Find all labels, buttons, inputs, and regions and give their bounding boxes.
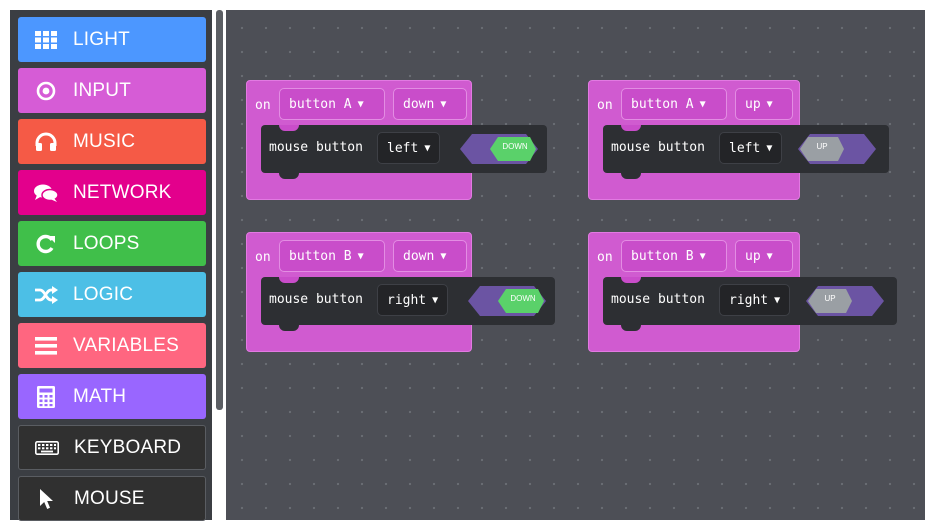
keyboard-icon <box>34 435 60 461</box>
list-icon <box>33 333 59 359</box>
state-toggle-label: UP <box>824 294 836 303</box>
category-light[interactable]: LIGHT <box>18 17 206 62</box>
button-dropdown[interactable]: button A ▼ <box>621 88 727 120</box>
which-button-value: right <box>729 292 769 308</box>
cursor-icon <box>34 486 60 512</box>
which-button-dropdown[interactable]: left ▼ <box>719 132 783 164</box>
dropdown-arrow-icon: ▼ <box>774 294 781 306</box>
dropdown-arrow-icon: ▼ <box>357 98 364 110</box>
button-dropdown[interactable]: button B ▼ <box>279 240 385 272</box>
state-toggle-label: DOWN <box>510 294 536 303</box>
calculator-icon <box>33 384 59 410</box>
event-dropdown[interactable]: up ▼ <box>735 88 793 120</box>
event-block-button-b-up[interactable]: on button B ▼ up ▼ mouse button right ▼ … <box>588 232 897 352</box>
button-dropdown-value: button B <box>289 248 352 264</box>
statement-label: mouse button <box>269 292 363 307</box>
dropdown-arrow-icon: ▼ <box>357 250 364 262</box>
dropdown-arrow-icon: ▼ <box>432 294 439 306</box>
mouse-button-block[interactable]: mouse button right ▼ DOWN <box>261 277 555 331</box>
category-mouse[interactable]: MOUSE <box>18 476 206 521</box>
statement-label: mouse button <box>611 140 705 155</box>
button-dropdown[interactable]: button B ▼ <box>621 240 727 272</box>
headphones-icon <box>33 129 59 155</box>
category-variables[interactable]: VARIABLES <box>18 323 206 368</box>
shuffle-icon <box>33 282 59 308</box>
button-dropdown-value: button B <box>631 248 694 264</box>
toolbox-scrollbar[interactable] <box>216 10 223 410</box>
which-button-dropdown[interactable]: left ▼ <box>377 132 441 164</box>
event-dropdown[interactable]: up ▼ <box>735 240 793 272</box>
button-dropdown[interactable]: button A ▼ <box>279 88 385 120</box>
workspace[interactable]: on button A ▼ down ▼ mouse button left ▼… <box>226 10 925 520</box>
category-label: LIGHT <box>73 28 130 50</box>
target-icon <box>33 78 59 104</box>
on-label: on <box>597 250 613 265</box>
category-label: INPUT <box>73 79 131 101</box>
event-block-button-a-up[interactable]: on button A ▼ up ▼ mouse button left ▼ U… <box>588 80 889 200</box>
statement-label: mouse button <box>611 292 705 307</box>
category-logic[interactable]: LOGIC <box>18 272 206 317</box>
button-dropdown-value: button A <box>631 96 694 112</box>
mouse-button-block[interactable]: mouse button left ▼ DOWN <box>261 125 547 179</box>
category-label: NETWORK <box>73 181 172 203</box>
category-loops[interactable]: LOOPS <box>18 221 206 266</box>
which-button-dropdown[interactable]: right ▼ <box>719 284 791 316</box>
on-label: on <box>255 250 271 265</box>
category-label: MOUSE <box>74 487 145 509</box>
toolbox: LIGHT INPUT MUSIC NETWORK LOOPS LOGIC VA… <box>10 10 212 521</box>
dropdown-arrow-icon: ▼ <box>440 98 447 110</box>
dropdown-arrow-icon: ▼ <box>440 250 447 262</box>
on-label: on <box>255 98 271 113</box>
dropdown-arrow-icon: ▼ <box>699 250 706 262</box>
state-toggle-label: DOWN <box>502 142 528 151</box>
category-label: MUSIC <box>73 130 136 152</box>
category-label: KEYBOARD <box>74 436 182 458</box>
dropdown-arrow-icon: ▼ <box>766 98 773 110</box>
which-button-dropdown[interactable]: right ▼ <box>377 284 449 316</box>
event-dropdown-value: up <box>745 96 761 112</box>
event-dropdown[interactable]: down ▼ <box>393 88 467 120</box>
category-label: LOOPS <box>73 232 140 254</box>
category-input[interactable]: INPUT <box>18 68 206 113</box>
mouse-button-block[interactable]: mouse button left ▼ UP <box>603 125 889 179</box>
category-math[interactable]: MATH <box>18 374 206 419</box>
dropdown-arrow-icon: ▼ <box>766 142 773 154</box>
event-block-button-a-down[interactable]: on button A ▼ down ▼ mouse button left ▼… <box>246 80 547 200</box>
loop-icon <box>33 231 59 257</box>
category-label: LOGIC <box>73 283 134 305</box>
on-label: on <box>597 98 613 113</box>
category-music[interactable]: MUSIC <box>18 119 206 164</box>
which-button-value: left <box>729 140 761 156</box>
which-button-value: left <box>387 140 419 156</box>
event-dropdown-value: down <box>403 96 435 112</box>
which-button-value: right <box>387 292 427 308</box>
mouse-button-block[interactable]: mouse button right ▼ UP <box>603 277 897 331</box>
dropdown-arrow-icon: ▼ <box>766 250 773 262</box>
state-toggle-label: UP <box>816 142 828 151</box>
grid-icon <box>33 27 59 53</box>
category-keyboard[interactable]: KEYBOARD <box>18 425 206 470</box>
statement-label: mouse button <box>269 140 363 155</box>
category-network[interactable]: NETWORK <box>18 170 206 215</box>
category-label: VARIABLES <box>73 334 179 356</box>
dropdown-arrow-icon: ▼ <box>424 142 431 154</box>
category-label: MATH <box>73 385 127 407</box>
event-dropdown-value: down <box>403 248 435 264</box>
event-block-button-b-down[interactable]: on button B ▼ down ▼ mouse button right … <box>246 232 555 352</box>
event-dropdown-value: up <box>745 248 761 264</box>
dropdown-arrow-icon: ▼ <box>699 98 706 110</box>
chat-icon <box>33 180 59 206</box>
event-dropdown[interactable]: down ▼ <box>393 240 467 272</box>
button-dropdown-value: button A <box>289 96 352 112</box>
